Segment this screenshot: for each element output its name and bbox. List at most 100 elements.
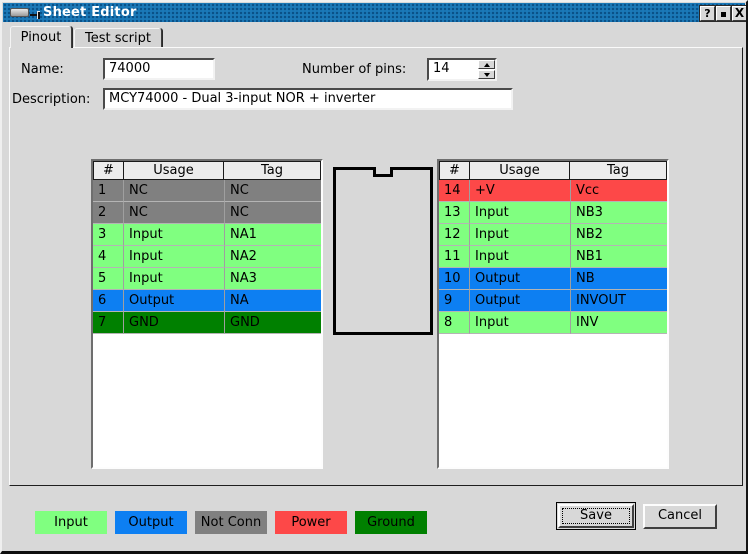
legend-input: Input: [35, 511, 107, 534]
description-input[interactable]: MCY74000 - Dual 3-input NOR + inverter: [103, 88, 513, 110]
sheet-editor-window: Sheet Editor ? X Pinout Test script Name…: [0, 0, 748, 554]
pin-tag-cell[interactable]: NB2: [571, 224, 667, 246]
legend-output: Output: [115, 511, 187, 534]
pin-row[interactable]: 2NCNC: [93, 202, 321, 224]
pin-row[interactable]: 14+VVcc: [439, 180, 667, 202]
save-button[interactable]: Save: [558, 504, 634, 528]
pin-number-cell[interactable]: 1: [93, 180, 124, 202]
pin-number-cell[interactable]: 7: [93, 312, 124, 334]
pin-usage-cell[interactable]: Input: [470, 202, 571, 224]
pin-number-cell[interactable]: 5: [93, 268, 124, 290]
pin-row[interactable]: 12InputNB2: [439, 224, 667, 246]
legend-ground: Ground: [355, 511, 427, 534]
column-header: #: [93, 161, 124, 179]
pin-tag-cell[interactable]: NB: [571, 268, 667, 290]
window-title: Sheet Editor: [43, 5, 137, 20]
left-pin-table: #UsageTag 1NCNC2NCNC3InputNA14InputNA25I…: [91, 159, 323, 469]
pin-tag-cell[interactable]: INV: [571, 312, 667, 334]
column-header: Usage: [123, 161, 224, 179]
spin-up-button[interactable]: [478, 60, 495, 69]
pin-number-cell[interactable]: 3: [93, 224, 124, 246]
legend-notconn: Not Conn: [195, 511, 267, 534]
pin-number-cell[interactable]: 2: [93, 202, 124, 224]
pin-row[interactable]: 3InputNA1: [93, 224, 321, 246]
pin-usage-cell[interactable]: Output: [124, 290, 225, 312]
tab-test-script[interactable]: Test script: [74, 28, 162, 48]
column-header: #: [439, 161, 470, 179]
right-pin-table-body: 14+VVcc13InputNB312InputNB211InputNB110O…: [439, 180, 667, 334]
description-label: Description:: [12, 92, 90, 107]
pin-tag-cell[interactable]: NB1: [571, 246, 667, 268]
pin-usage-cell[interactable]: Input: [124, 268, 225, 290]
close-button[interactable]: X: [732, 6, 747, 21]
number-of-pins-stepper[interactable]: 14: [427, 58, 497, 81]
spin-down-button[interactable]: [478, 70, 495, 79]
pin-usage-cell[interactable]: Input: [124, 246, 225, 268]
pin-tag-cell[interactable]: GND: [225, 312, 321, 334]
pin-tag-cell[interactable]: NC: [225, 202, 321, 224]
pin-row[interactable]: 6OutputNA: [93, 290, 321, 312]
tab-pinout[interactable]: Pinout: [10, 26, 72, 48]
pin-number-cell[interactable]: 6: [93, 290, 124, 312]
left-pin-table-body: 1NCNC2NCNC3InputNA14InputNA25InputNA36Ou…: [93, 180, 321, 334]
column-header: Usage: [469, 161, 570, 179]
pin-number-cell[interactable]: 11: [439, 246, 470, 268]
number-of-pins-value: 14: [433, 61, 450, 76]
pin-row[interactable]: 8InputINV: [439, 312, 667, 334]
number-of-pins-label: Number of pins:: [302, 62, 406, 77]
pin-tag-cell[interactable]: NA2: [225, 246, 321, 268]
pin-usage-cell[interactable]: NC: [124, 202, 225, 224]
pin-tag-cell[interactable]: NA3: [225, 268, 321, 290]
save-button-default-ring: Save: [556, 502, 636, 530]
pin-usage-cell[interactable]: NC: [124, 180, 225, 202]
pin-usage-cell[interactable]: Output: [470, 268, 571, 290]
pin-tag-cell[interactable]: INVOUT: [571, 290, 667, 312]
pin-usage-cell[interactable]: Input: [470, 224, 571, 246]
pin-row[interactable]: 9OutputINVOUT: [439, 290, 667, 312]
pin-usage-cell[interactable]: GND: [124, 312, 225, 334]
pin-usage-cell[interactable]: Input: [470, 246, 571, 268]
pin-row[interactable]: 10OutputNB: [439, 268, 667, 290]
pin-number-cell[interactable]: 12: [439, 224, 470, 246]
right-pin-table: #UsageTag 14+VVcc13InputNB312InputNB211I…: [437, 159, 669, 469]
pin-row[interactable]: 5InputNA3: [93, 268, 321, 290]
name-input[interactable]: 74000: [103, 58, 215, 80]
pin-row[interactable]: 7GNDGND: [93, 312, 321, 334]
pin-usage-cell[interactable]: Output: [470, 290, 571, 312]
pin-number-cell[interactable]: 14: [439, 180, 470, 202]
legend-power: Power: [275, 511, 347, 534]
pin-usage-cell[interactable]: Input: [124, 224, 225, 246]
pin-number-cell[interactable]: 10: [439, 268, 470, 290]
name-label: Name:: [21, 62, 64, 77]
pin-icon: [30, 11, 42, 19]
column-header: Tag: [569, 161, 667, 179]
pin-row[interactable]: 1NCNC: [93, 180, 321, 202]
pin-tag-cell[interactable]: NA1: [225, 224, 321, 246]
pin-usage-cell[interactable]: +V: [470, 180, 571, 202]
bottom-bar: Input Output Not Conn Power Ground Save Canc…: [2, 486, 748, 553]
shade-icon: [721, 12, 726, 17]
pin-row[interactable]: 4InputNA2: [93, 246, 321, 268]
pin-tag-cell[interactable]: NC: [225, 180, 321, 202]
pin-usage-cell[interactable]: Input: [470, 312, 571, 334]
cancel-button[interactable]: Cancel: [643, 504, 717, 529]
pin-tag-cell[interactable]: NA: [225, 290, 321, 312]
pin-number-cell[interactable]: 8: [439, 312, 470, 334]
help-button[interactable]: ?: [700, 6, 715, 21]
pinout-page: Name: 74000 Number of pins: 14 Descripti…: [9, 47, 743, 486]
titlebar[interactable]: Sheet Editor ? X: [3, 3, 745, 22]
right-pin-table-header: #UsageTag: [439, 161, 667, 180]
pin-number-cell[interactable]: 9: [439, 290, 470, 312]
pin-number-cell[interactable]: 13: [439, 202, 470, 224]
chip-outline: [333, 167, 433, 335]
app-icon: [10, 8, 29, 17]
pin-row[interactable]: 13InputNB3: [439, 202, 667, 224]
chip-notch-icon: [373, 167, 393, 177]
pin-tag-cell[interactable]: NB3: [571, 202, 667, 224]
pin-tag-cell[interactable]: Vcc: [571, 180, 667, 202]
left-pin-table-header: #UsageTag: [93, 161, 321, 180]
column-header: Tag: [223, 161, 321, 179]
pin-row[interactable]: 11InputNB1: [439, 246, 667, 268]
shade-button[interactable]: [716, 6, 731, 21]
pin-number-cell[interactable]: 4: [93, 246, 124, 268]
